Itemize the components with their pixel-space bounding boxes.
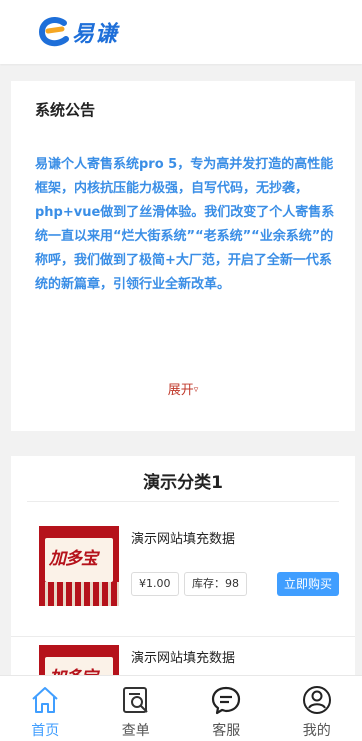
app-header: 易谦	[0, 0, 362, 64]
thumbnail-label-panel: 加多宝	[45, 538, 113, 582]
product-name: 演示网站填充数据	[131, 651, 236, 666]
tab-orders[interactable]: 查单	[91, 676, 182, 741]
expand-label: 展开	[167, 383, 194, 398]
chat-icon	[212, 686, 241, 715]
tab-home-label: 首页	[31, 723, 60, 739]
product-price: ¥1.00	[131, 572, 179, 596]
buy-now-button[interactable]: 立即购买	[277, 572, 339, 596]
logo-mark-icon	[38, 17, 69, 47]
tab-service-label: 客服	[212, 723, 241, 739]
tab-home[interactable]: 首页	[0, 676, 91, 741]
product-thumbnail: 加多宝	[39, 526, 119, 606]
caret-down-icon: ▿	[193, 385, 199, 395]
thumbnail-brand-text: 加多宝	[49, 549, 98, 569]
announcement-title: 系统公告	[35, 101, 96, 119]
home-icon	[32, 687, 58, 713]
announcement-card: 系统公告 易谦个人寄售系统pro 5，专为高并发打造的高性能框架，内核抗压能力极…	[11, 81, 355, 431]
category-title: 演示分类1	[143, 473, 223, 493]
logo[interactable]: 易谦	[38, 16, 118, 48]
announcement-body: 易谦个人寄售系统pro 5，专为高并发打造的高性能框架，内核抗压能力极强，自写代…	[35, 157, 335, 292]
order-search-icon	[122, 687, 148, 713]
product-name: 演示网站填充数据	[131, 532, 236, 547]
tab-profile[interactable]: 我的	[272, 676, 362, 741]
category-divider	[27, 501, 339, 502]
user-icon	[302, 686, 331, 714]
tab-profile-label: 我的	[302, 723, 331, 739]
product-stock: 库存：98	[184, 572, 247, 596]
bottom-tab-bar: 首页 查单 客服 我的	[0, 675, 362, 741]
product-item[interactable]: 加多宝 演示网站填充数据 ¥1.00 库存：98 立即购买	[11, 518, 355, 638]
logo-text: 易谦	[72, 22, 119, 47]
tab-orders-label: 查单	[121, 723, 150, 739]
expand-button[interactable]: 展开▿	[11, 379, 355, 398]
tab-service[interactable]: 客服	[181, 676, 272, 741]
thumbnail-base-pattern	[39, 582, 119, 606]
